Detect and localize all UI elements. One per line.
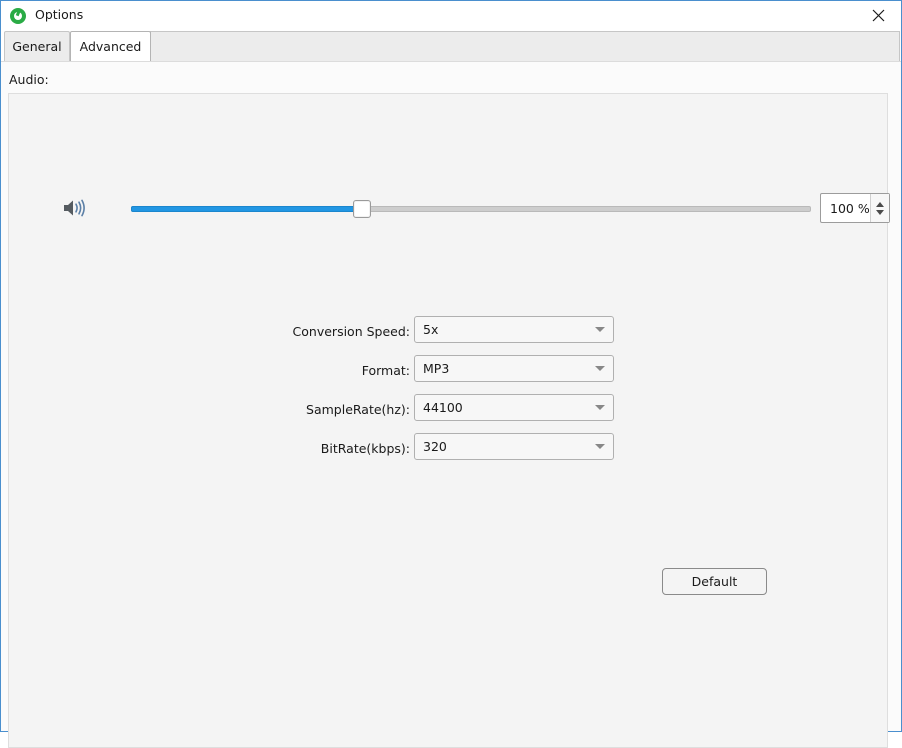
bitrate-label: BitRate(kbps): xyxy=(320,441,410,456)
tab-content-advanced: Audio: 100 % Conversion Speed: 5x Format… xyxy=(1,61,901,748)
window-title: Options xyxy=(35,7,84,23)
tab-strip: General Advanced xyxy=(1,30,901,61)
tab-strip-filler xyxy=(150,31,900,61)
chevron-down-icon[interactable] xyxy=(587,444,613,449)
tab-advanced[interactable]: Advanced xyxy=(70,31,151,61)
chevron-up-icon[interactable] xyxy=(876,201,884,207)
bitrate-value: 320 xyxy=(423,439,447,454)
speaker-volume-icon xyxy=(61,196,87,220)
close-icon xyxy=(872,9,885,21)
close-button[interactable] xyxy=(856,1,901,29)
volume-spinbox-value[interactable]: 100 % xyxy=(821,194,870,222)
form-row-bitrate: BitRate(kbps): 320 xyxy=(9,433,889,472)
app-logo-icon xyxy=(10,7,26,24)
volume-spinbox[interactable]: 100 % xyxy=(820,193,890,223)
conversion-speed-select[interactable]: 5x xyxy=(414,316,614,343)
title-bar: Options xyxy=(1,1,901,30)
form-row-samplerate: SampleRate(hz): 44100 xyxy=(9,394,889,433)
chevron-down-icon[interactable] xyxy=(587,366,613,371)
tab-advanced-label: Advanced xyxy=(79,39,142,54)
samplerate-select[interactable]: 44100 xyxy=(414,394,614,421)
volume-slider-fill xyxy=(131,206,363,212)
format-select[interactable]: MP3 xyxy=(414,355,614,382)
samplerate-value: 44100 xyxy=(423,400,463,415)
tab-general[interactable]: General xyxy=(4,31,70,61)
samplerate-label: SampleRate(hz): xyxy=(306,402,410,417)
conversion-speed-label: Conversion Speed: xyxy=(292,324,410,339)
volume-slider-handle[interactable] xyxy=(353,200,371,218)
form-row-format: Format: MP3 xyxy=(9,355,889,394)
form-row-conversion-speed: Conversion Speed: 5x xyxy=(9,316,889,355)
audio-options-form: Conversion Speed: 5x Format: MP3 SampleR… xyxy=(9,316,889,472)
audio-settings-panel: 100 % Conversion Speed: 5x Format: MP3 S… xyxy=(8,93,890,748)
options-dialog-window: Options General Advanced Audio: 100 % Co… xyxy=(0,0,902,748)
volume-spinbox-arrows[interactable] xyxy=(870,194,889,222)
default-button-label: Default xyxy=(691,574,738,589)
chevron-down-icon[interactable] xyxy=(876,209,884,215)
format-value: MP3 xyxy=(423,361,450,376)
format-label: Format: xyxy=(361,363,410,378)
conversion-speed-value: 5x xyxy=(423,322,439,337)
bitrate-select[interactable]: 320 xyxy=(414,433,614,460)
chevron-down-icon[interactable] xyxy=(587,405,613,410)
audio-section-label: Audio: xyxy=(9,72,49,87)
default-button[interactable]: Default xyxy=(662,568,767,595)
chevron-down-icon[interactable] xyxy=(587,327,613,332)
volume-slider[interactable] xyxy=(131,198,811,220)
tab-general-label: General xyxy=(12,39,62,54)
